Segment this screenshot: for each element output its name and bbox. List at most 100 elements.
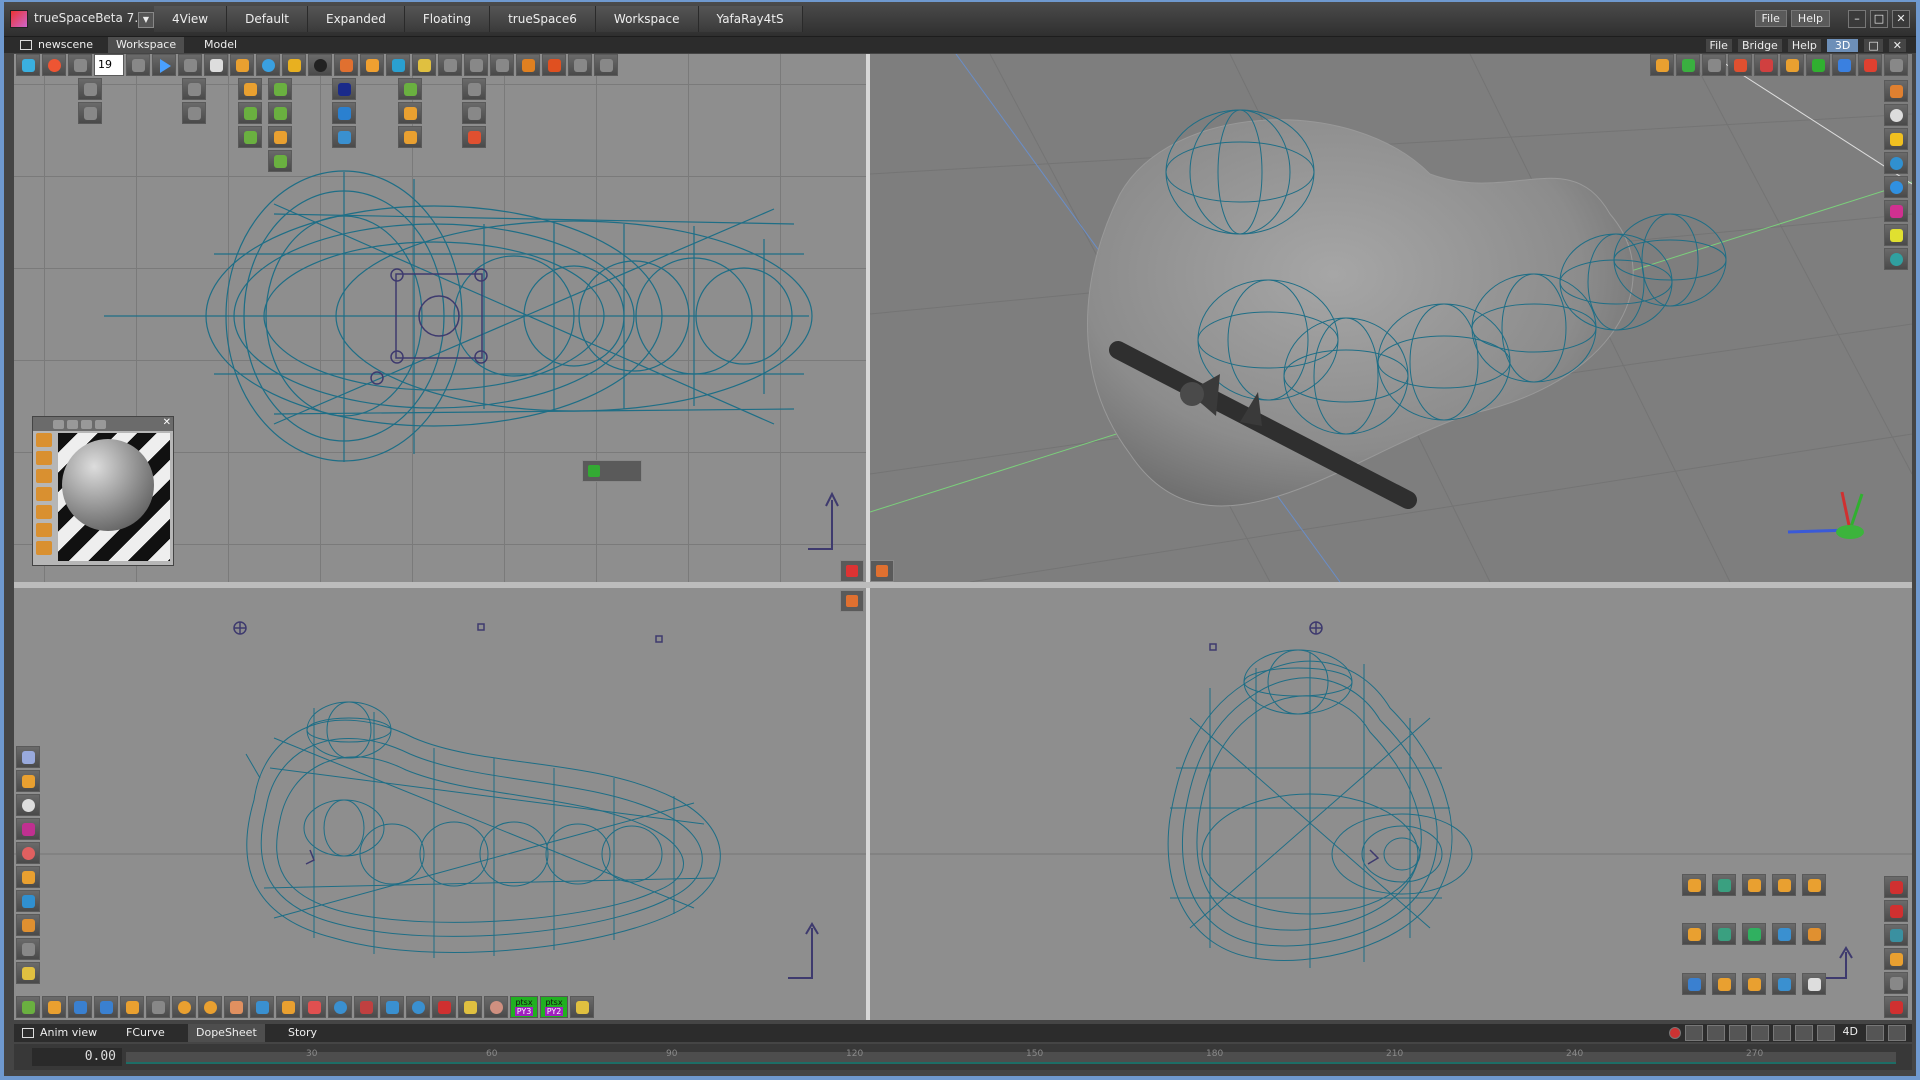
spectrum-icon[interactable] — [16, 818, 40, 840]
close-icon[interactable]: ✕ — [1892, 10, 1910, 28]
ball-icon[interactable] — [328, 996, 352, 1018]
bend-icon[interactable] — [238, 126, 262, 148]
library-item-icon[interactable] — [1772, 923, 1796, 946]
shader-icon[interactable] — [36, 433, 52, 447]
prev-icon[interactable] — [78, 102, 102, 124]
plane-icon[interactable] — [250, 996, 274, 1018]
viewport-home-icon[interactable] — [840, 590, 864, 612]
library-item-icon[interactable] — [1712, 874, 1736, 896]
magnet-icon[interactable] — [302, 996, 326, 1018]
help-menu[interactable]: Help — [1790, 10, 1830, 27]
bones-icon[interactable] — [16, 794, 40, 816]
record-button-icon[interactable] — [1668, 1027, 1681, 1039]
tab-story[interactable]: Story — [280, 1024, 325, 1042]
spiral-icon[interactable] — [198, 996, 222, 1018]
home-icon[interactable] — [1728, 54, 1752, 76]
maximize-icon[interactable]: □ — [1870, 10, 1888, 28]
tab-fcurve[interactable]: FCurve — [118, 1024, 173, 1042]
pencil-tool-icon[interactable] — [412, 54, 436, 76]
layout-tab-expanded[interactable]: Expanded — [307, 6, 405, 32]
texture-icon[interactable] — [332, 102, 356, 124]
align-icon[interactable] — [268, 102, 292, 124]
mode-4d-toggle[interactable]: 4D — [1839, 1025, 1862, 1041]
brush-icon[interactable] — [276, 996, 300, 1018]
y-axis-icon[interactable] — [1832, 54, 1856, 76]
library-item-icon[interactable] — [1742, 874, 1766, 896]
panel-tool-icon[interactable] — [53, 419, 64, 429]
terrain-icon[interactable] — [146, 996, 170, 1018]
object-library-icon[interactable] — [1884, 80, 1908, 102]
viewport-icon[interactable] — [16, 746, 40, 768]
timeline-track[interactable]: 30 60 90 120 150 180 210 240 270 — [126, 1049, 1896, 1064]
play-back-icon[interactable] — [1728, 1025, 1747, 1041]
viewport-splitter-horizontal[interactable] — [14, 582, 1912, 588]
library-item-icon[interactable] — [1682, 972, 1706, 995]
tab-dopesheet[interactable]: DopeSheet — [188, 1024, 265, 1042]
viewport-top[interactable]: 19 ✕ — [14, 54, 866, 582]
panel-tool-icon[interactable] — [81, 419, 92, 429]
record-icon[interactable] — [42, 54, 66, 76]
unlink-tool-icon[interactable] — [542, 54, 566, 76]
check-icon[interactable] — [268, 150, 292, 172]
object-icon[interactable] — [16, 866, 40, 888]
open-icon[interactable] — [1650, 54, 1674, 76]
cube-tool-icon[interactable] — [360, 54, 384, 76]
tools-icon[interactable] — [16, 938, 40, 960]
restore-icon[interactable]: □ — [1864, 38, 1883, 52]
shader-icon[interactable] — [36, 541, 52, 555]
move-tool-icon[interactable] — [438, 54, 462, 76]
select-icon[interactable] — [16, 54, 40, 76]
python2-plugin-icon[interactable]: ptsx PY2 — [540, 996, 568, 1018]
material-icon[interactable] — [332, 126, 356, 148]
last-frame-icon[interactable] — [178, 54, 202, 76]
layout-tab-yafaray[interactable]: YafaRay4tS — [698, 6, 803, 32]
globe-icon[interactable] — [1884, 54, 1908, 76]
z-axis-icon[interactable] — [1858, 54, 1882, 76]
step-back-icon[interactable] — [1706, 1025, 1725, 1041]
shader-icon[interactable] — [36, 487, 52, 501]
viewport-home-icon[interactable] — [870, 560, 894, 582]
timeline[interactable]: 0.00 30 60 90 120 150 180 210 240 270 — [14, 1044, 1912, 1070]
viewport-front[interactable]: ptsx PY3 ptsx PY2 — [14, 588, 866, 1020]
workspace-file-menu[interactable]: File — [1705, 38, 1732, 52]
arrow-down-icon[interactable] — [594, 54, 618, 76]
bubble-icon[interactable] — [1884, 176, 1908, 198]
color-icon[interactable] — [1884, 224, 1908, 246]
delete-icon[interactable] — [462, 126, 486, 148]
face-icon[interactable] — [484, 996, 508, 1018]
cylinder-icon[interactable] — [398, 102, 422, 124]
box-object-icon[interactable] — [42, 996, 66, 1018]
hand-icon[interactable] — [16, 914, 40, 936]
camera-icon[interactable] — [68, 996, 92, 1018]
paint-tool-icon[interactable] — [334, 54, 358, 76]
wireframe-icon[interactable] — [1676, 54, 1700, 76]
pinwheel-icon[interactable] — [172, 996, 196, 1018]
workspace-help-menu[interactable]: Help — [1787, 38, 1821, 52]
library-item-icon[interactable] — [1682, 874, 1706, 896]
library-item-icon[interactable] — [1712, 923, 1736, 946]
library-item-icon[interactable] — [1742, 972, 1766, 995]
minimize-icon[interactable]: – — [1848, 10, 1866, 28]
shapes-icon[interactable] — [16, 890, 40, 912]
library-item-icon[interactable] — [1802, 972, 1826, 995]
gear-icon[interactable] — [224, 996, 248, 1018]
scene-tab[interactable]: newscene — [12, 37, 101, 53]
scale-tool-icon[interactable] — [490, 54, 514, 76]
wave-icon[interactable] — [380, 996, 404, 1018]
layout-tab-floating[interactable]: Floating — [404, 6, 491, 32]
step-icon[interactable] — [126, 54, 150, 76]
library-item-icon[interactable] — [1772, 874, 1796, 896]
anim-restore-icon[interactable] — [1866, 1025, 1884, 1041]
workspace-close-icon[interactable]: ✕ — [1888, 38, 1906, 52]
scissors-icon[interactable] — [432, 996, 456, 1018]
palette-icon[interactable] — [1884, 200, 1908, 222]
viewport-side[interactable] — [870, 588, 1912, 1020]
play-icon[interactable] — [152, 54, 176, 76]
shader-icon[interactable] — [36, 523, 52, 537]
hand-tool-icon[interactable] — [570, 996, 594, 1018]
mode-3d-toggle[interactable]: 3D — [1826, 38, 1859, 52]
panel-tool-icon[interactable] — [95, 419, 106, 429]
box-icon[interactable] — [398, 78, 422, 100]
go-end-icon[interactable] — [1816, 1025, 1835, 1041]
layers-icon[interactable] — [204, 54, 228, 76]
